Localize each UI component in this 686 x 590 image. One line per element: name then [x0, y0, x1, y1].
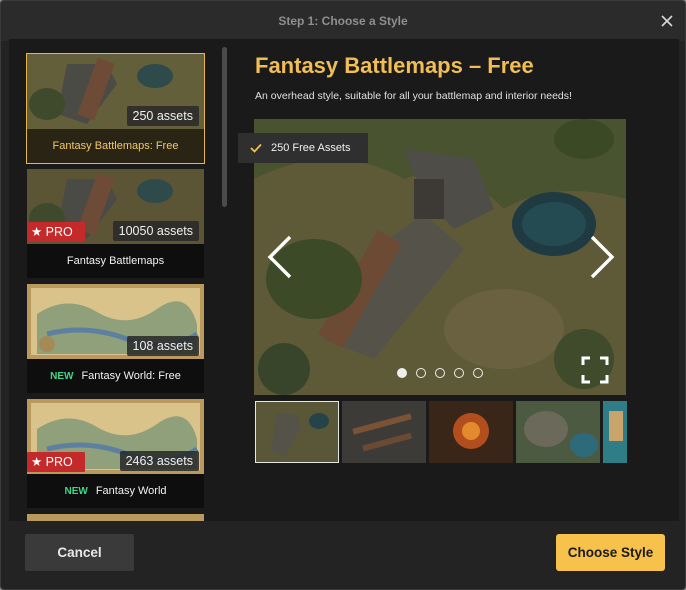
style-card-label: Fantasy Battlemaps: Free: [52, 140, 179, 152]
carousel-dot[interactable]: [397, 368, 407, 378]
dialog-titlebar: Step 1: Choose a Style: [1, 1, 685, 41]
thumbnail-image: [429, 401, 513, 463]
style-card-partial[interactable]: [27, 514, 204, 521]
cancel-button[interactable]: Cancel: [25, 534, 134, 571]
new-badge: NEW: [64, 485, 88, 497]
thumbnail-strip: [255, 401, 627, 463]
pro-badge: ★ PRO: [27, 222, 85, 242]
free-assets-badge: 250 Free Assets: [238, 133, 368, 163]
carousel-dot[interactable]: [473, 368, 483, 378]
asset-count: 108 assets: [126, 336, 199, 356]
thumbnail-image: [255, 401, 339, 463]
style-heading: Fantasy Battlemaps – Free: [255, 53, 534, 78]
carousel-dot[interactable]: [454, 368, 464, 378]
sidebar-scrollbar[interactable]: [220, 43, 228, 519]
fullscreen-icon[interactable]: [581, 356, 609, 384]
chevron-left-icon[interactable]: [266, 235, 296, 279]
thumbnail-tile[interactable]: [255, 401, 339, 463]
dialog-footer: Cancel Choose Style: [1, 521, 685, 589]
thumbnail-image: [516, 401, 600, 463]
dialog-title: Step 1: Choose a Style: [278, 14, 408, 28]
scrollbar-thumb[interactable]: [222, 47, 227, 207]
carousel-dot[interactable]: [435, 368, 445, 378]
style-card-fantasy-battlemaps[interactable]: ★ PRO 10050 assets Fantasy Battlemaps: [27, 169, 204, 278]
thumbnail-tile[interactable]: [429, 401, 513, 463]
style-card-fantasy-world[interactable]: ★ PRO 2463 assets NEW Fantasy World: [27, 399, 204, 508]
dialog-body: 250 assets Fantasy Battlemaps: Free ★ PR…: [9, 39, 679, 521]
choose-style-dialog: Step 1: Choose a Style 250 assets Fantas…: [0, 0, 686, 590]
thumbnail-image: [603, 401, 627, 463]
thumbnail-image: [342, 401, 426, 463]
style-card-label: NEW Fantasy World: [64, 485, 167, 497]
style-card-label: Fantasy Battlemaps: [66, 255, 165, 267]
carousel-dot[interactable]: [416, 368, 426, 378]
chevron-right-icon[interactable]: [586, 235, 616, 279]
thumbnail-tile[interactable]: [603, 401, 627, 463]
carousel-dots: [397, 368, 483, 378]
check-icon: [250, 143, 262, 153]
style-description: An overhead style, suitable for all your…: [255, 90, 572, 102]
thumbnail-tile[interactable]: [516, 401, 600, 463]
pro-badge: ★ PRO: [27, 452, 85, 472]
style-card-fantasy-world-free[interactable]: 108 assets NEW Fantasy World: Free: [27, 284, 204, 393]
style-list: 250 assets Fantasy Battlemaps: Free ★ PR…: [9, 39, 229, 521]
style-thumbnail: [27, 514, 204, 521]
new-badge: NEW: [50, 370, 74, 382]
choose-style-button[interactable]: Choose Style: [556, 534, 665, 571]
asset-count: 2463 assets: [119, 451, 199, 471]
thumbnail-tile[interactable]: [342, 401, 426, 463]
close-icon[interactable]: [659, 13, 675, 29]
style-card-fantasy-battlemaps-free[interactable]: 250 assets Fantasy Battlemaps: Free: [26, 53, 205, 164]
style-card-label: NEW Fantasy World: Free: [50, 370, 181, 382]
asset-count: 10050 assets: [112, 221, 199, 241]
asset-count: 250 assets: [126, 106, 199, 126]
